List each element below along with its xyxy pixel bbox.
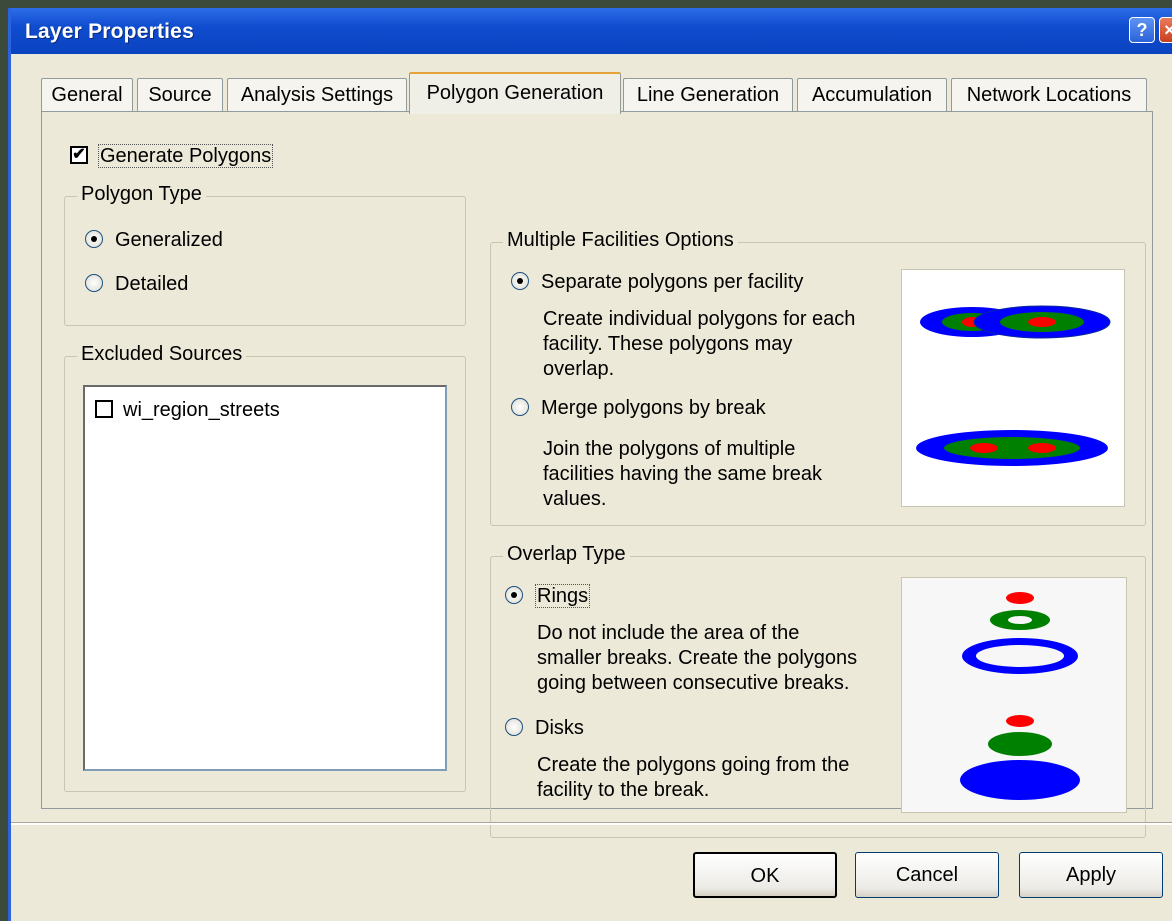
radio-generalized-label: Generalized xyxy=(115,229,223,251)
radio-disks-label: Disks xyxy=(535,717,584,739)
button-separator xyxy=(11,822,1172,825)
radio-disks-button[interactable] xyxy=(505,717,523,736)
overlap-type-title: Overlap Type xyxy=(503,543,630,566)
generate-polygons-label: Generate Polygons xyxy=(98,144,274,168)
disks-description: Create the polygons going from the facil… xyxy=(537,753,849,803)
disks-illustration xyxy=(960,715,1080,800)
separate-polygons-description: Create individual polygons for each faci… xyxy=(543,307,855,382)
multiple-facilities-title: Multiple Facilities Options xyxy=(503,229,738,252)
tab-line-generation[interactable]: Line Generation xyxy=(623,78,793,112)
radio-detailed-button[interactable] xyxy=(85,273,103,292)
tab-network-locations[interactable]: Network Locations xyxy=(951,78,1147,112)
radio-rings-label: Rings xyxy=(535,584,591,608)
wi-region-streets-checkbox[interactable] xyxy=(95,399,113,418)
radio-separate-polygons-label: Separate polygons per facility xyxy=(541,271,804,293)
cancel-button[interactable]: Cancel xyxy=(855,852,999,898)
radio-merge-polygons-button[interactable] xyxy=(511,397,529,416)
dialog-client: General Source Analysis Settings Polygon… xyxy=(11,54,1172,921)
generate-polygons-row[interactable]: ✔ Generate Polygons xyxy=(70,144,274,168)
excluded-sources-group: Excluded Sources wi_region_streets xyxy=(64,343,466,792)
desc-line: smaller breaks. Create the polygons xyxy=(537,647,858,669)
list-item[interactable]: wi_region_streets xyxy=(95,399,280,422)
polygon-type-group: Polygon Type Generalized Detailed xyxy=(64,183,466,326)
title-bar[interactable]: Layer Properties ? × xyxy=(11,8,1172,54)
wi-region-streets-label: wi_region_streets xyxy=(123,399,280,421)
desc-line: facility to the break. xyxy=(537,779,710,801)
facilities-preview-image xyxy=(901,269,1125,507)
radio-separate-polygons-button[interactable] xyxy=(511,271,529,290)
desc-line: overlap. xyxy=(543,358,615,380)
tab-polygon-generation[interactable]: Polygon Generation xyxy=(409,72,621,114)
desc-line: facilities having the same break xyxy=(543,463,823,485)
radio-merge-polygons[interactable]: Merge polygons by break xyxy=(511,397,766,420)
tab-analysis-settings[interactable]: Analysis Settings xyxy=(227,78,407,112)
desc-line: facility. These polygons may xyxy=(543,333,793,355)
layer-properties-dialog: Layer Properties ? × General Source Anal… xyxy=(8,8,1172,921)
merge-polygons-description: Join the polygons of multiple facilities… xyxy=(543,437,822,512)
generate-polygons-checkbox[interactable]: ✔ xyxy=(70,145,88,164)
rings-description: Do not include the area of the smaller b… xyxy=(537,621,857,696)
polygon-generation-panel: ✔ Generate Polygons Polygon Type Generali… xyxy=(41,111,1153,838)
tab-accumulation[interactable]: Accumulation xyxy=(797,78,947,112)
overlap-preview-image xyxy=(901,577,1127,813)
desc-line: Create the polygons going from the xyxy=(537,754,850,776)
radio-generalized[interactable]: Generalized xyxy=(85,229,223,252)
close-button[interactable]: × xyxy=(1159,17,1172,43)
overlap-preview-svg xyxy=(960,592,1080,800)
radio-disks[interactable]: Disks xyxy=(505,717,584,740)
desc-line: going between consecutive breaks. xyxy=(537,672,850,694)
desc-line: Join the polygons of multiple xyxy=(543,438,796,460)
facilities-preview-svg xyxy=(916,305,1111,466)
radio-separate-polygons[interactable]: Separate polygons per facility xyxy=(511,271,803,294)
excluded-sources-list[interactable]: wi_region_streets xyxy=(83,385,447,771)
radio-detailed[interactable]: Detailed xyxy=(85,273,188,296)
help-button[interactable]: ? xyxy=(1129,17,1155,43)
radio-generalized-button[interactable] xyxy=(85,229,103,248)
radio-merge-polygons-label: Merge polygons by break xyxy=(541,397,766,419)
radio-rings-button[interactable] xyxy=(505,585,523,604)
desc-line: Do not include the area of the xyxy=(537,622,800,644)
excluded-sources-title: Excluded Sources xyxy=(77,343,247,366)
tab-source[interactable]: Source xyxy=(137,78,223,112)
radio-rings[interactable]: Rings xyxy=(505,584,591,608)
multiple-facilities-group: Multiple Facilities Options Separate pol… xyxy=(490,229,1146,526)
tab-general[interactable]: General xyxy=(41,78,133,112)
separate-polygons-illustration xyxy=(920,305,1111,339)
overlap-type-group: Overlap Type Rings Do not include the ar… xyxy=(490,543,1146,838)
window-title: Layer Properties xyxy=(25,20,194,43)
apply-button[interactable]: Apply xyxy=(1019,852,1163,898)
polygon-type-title: Polygon Type xyxy=(77,183,206,206)
merge-polygons-illustration xyxy=(916,430,1108,466)
desc-line: Create individual polygons for each xyxy=(543,308,856,330)
rings-illustration xyxy=(962,592,1078,674)
desc-line: values. xyxy=(543,488,607,510)
ok-button[interactable]: OK xyxy=(693,852,837,898)
radio-detailed-label: Detailed xyxy=(115,273,189,295)
